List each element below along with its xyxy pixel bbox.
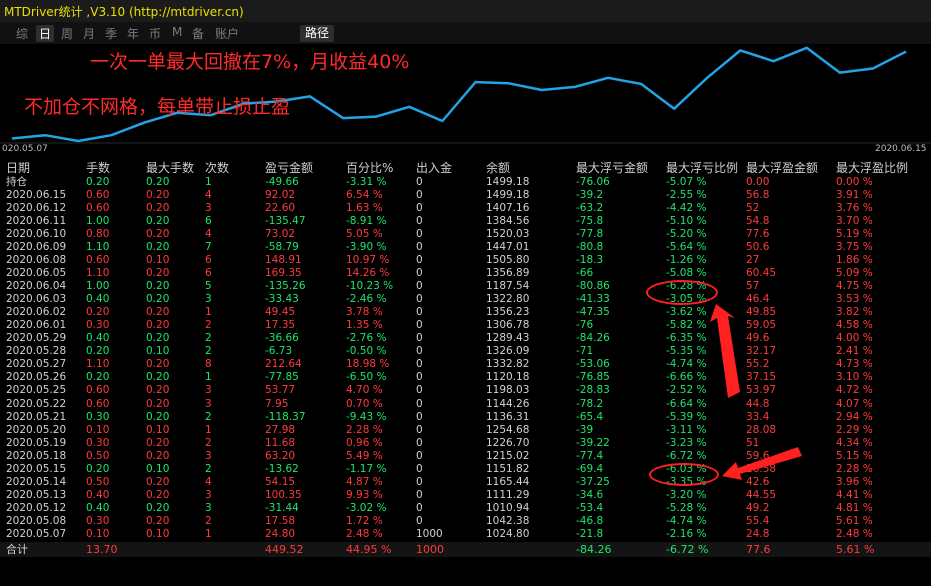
arrow-up-icon <box>710 304 740 398</box>
arrow-left-icon <box>722 447 802 480</box>
annotation-arrows <box>710 304 802 480</box>
